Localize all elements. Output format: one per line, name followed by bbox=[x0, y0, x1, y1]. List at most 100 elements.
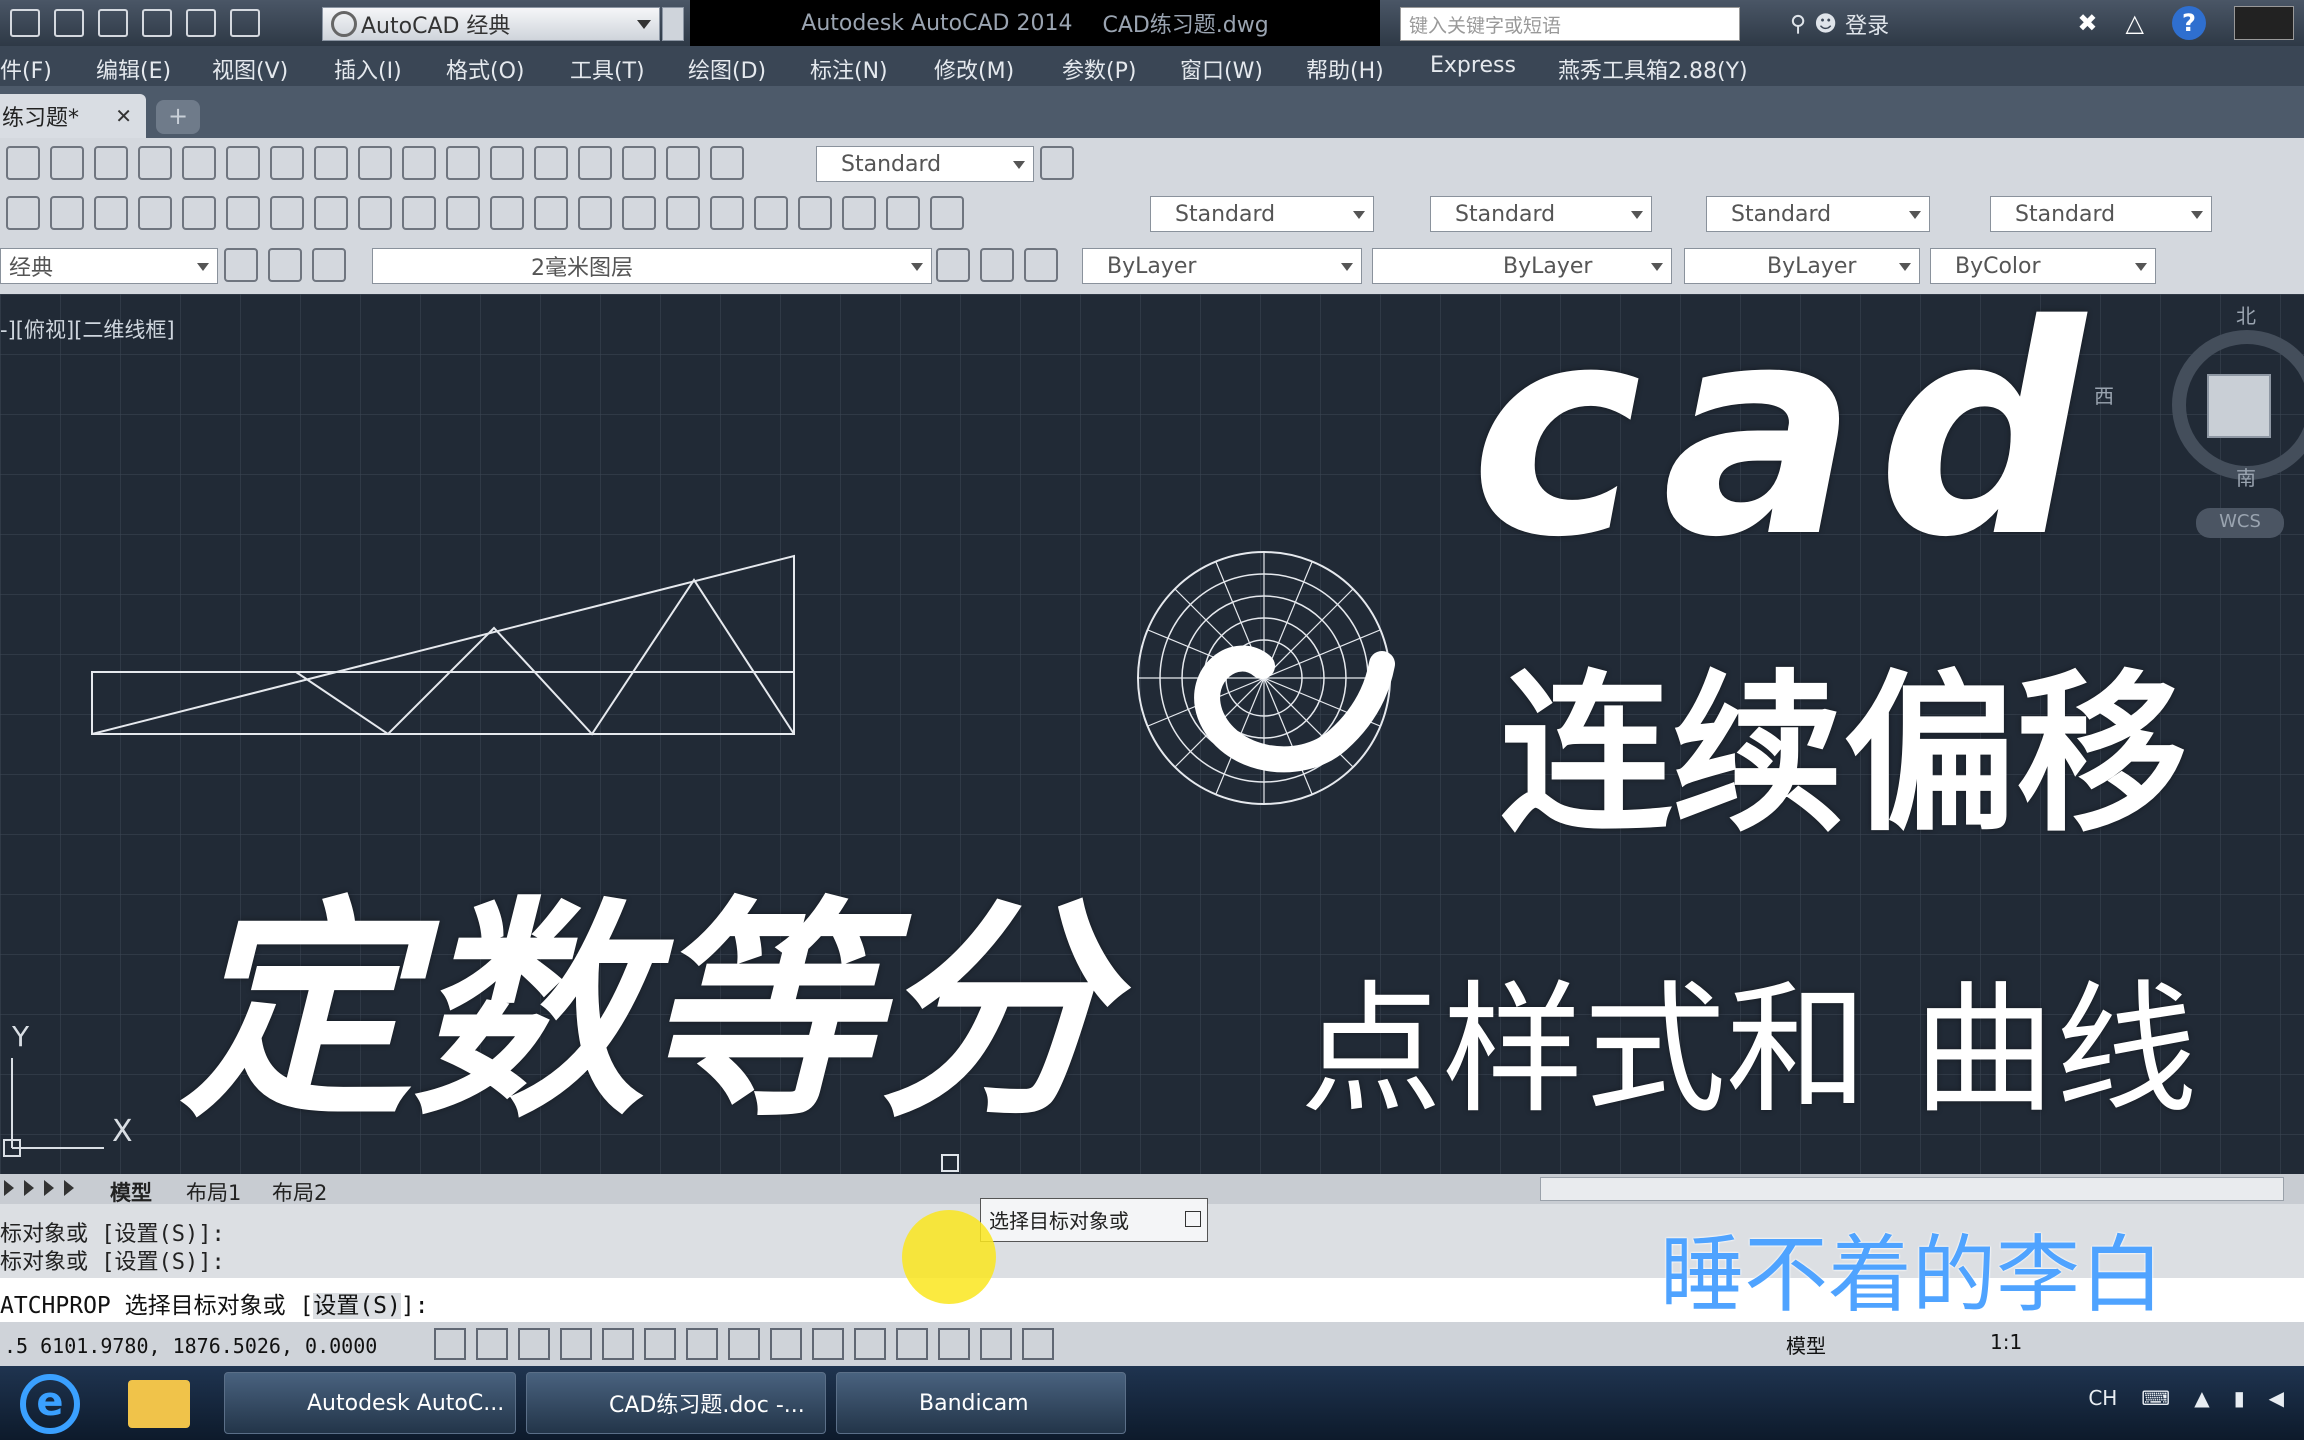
markup-icon[interactable] bbox=[842, 196, 876, 230]
dim-radius-icon[interactable] bbox=[138, 146, 172, 180]
ortho-mode-icon[interactable] bbox=[560, 1328, 592, 1360]
menu-insert[interactable]: 插入(I) bbox=[334, 53, 402, 85]
polar-tracking-icon[interactable] bbox=[602, 1328, 634, 1360]
text-style-select[interactable]: Standard bbox=[1150, 196, 1374, 232]
dim-style-select-2[interactable]: Standard bbox=[1430, 196, 1652, 232]
taskbar-autocad[interactable]: Autodesk AutoC... bbox=[224, 1372, 516, 1434]
first-layout-icon[interactable] bbox=[4, 1180, 14, 1196]
layer-states-icon[interactable] bbox=[1024, 248, 1058, 282]
tolerance-icon[interactable] bbox=[446, 146, 480, 180]
annotation-scale[interactable]: 1:1 bbox=[1990, 1330, 2022, 1354]
jogged-linear-icon[interactable] bbox=[578, 146, 612, 180]
infer-constraints-icon[interactable] bbox=[434, 1328, 466, 1360]
close-icon[interactable]: ✕ bbox=[115, 104, 132, 128]
center-mark-icon[interactable] bbox=[490, 146, 524, 180]
next-layout-icon[interactable] bbox=[44, 1180, 54, 1196]
transparency-icon[interactable] bbox=[896, 1328, 928, 1360]
dim-continue-icon[interactable] bbox=[314, 146, 348, 180]
zoom-window-icon[interactable] bbox=[578, 196, 612, 230]
menu-yanxiu-tools[interactable]: 燕秀工具箱2.88(Y) bbox=[1558, 53, 1748, 85]
multileader-style-select[interactable]: Standard bbox=[1990, 196, 2212, 232]
help-icon[interactable] bbox=[930, 196, 964, 230]
file-explorer-icon[interactable] bbox=[128, 1380, 190, 1428]
workspace-settings-icon[interactable] bbox=[268, 248, 302, 282]
redo-icon[interactable] bbox=[230, 9, 260, 37]
dynamic-ucs-icon[interactable] bbox=[770, 1328, 802, 1360]
open-icon[interactable] bbox=[10, 9, 40, 37]
tray-expand-icon[interactable]: ▲ bbox=[2194, 1386, 2209, 1410]
cut-icon[interactable] bbox=[182, 196, 216, 230]
snap-mode-icon[interactable] bbox=[476, 1328, 508, 1360]
3d-object-snap-icon[interactable] bbox=[686, 1328, 718, 1360]
model-space-button[interactable]: 模型 bbox=[1786, 1330, 1826, 1359]
exchange-icon[interactable]: ✖ bbox=[2077, 9, 2097, 37]
login-button[interactable]: ⚲ ☻ 登录 bbox=[1790, 8, 1889, 40]
menu-window[interactable]: 窗口(W) bbox=[1180, 53, 1263, 85]
tab-layout1[interactable]: 布局1 bbox=[186, 1177, 241, 1207]
volume-icon[interactable]: ◀ bbox=[2269, 1386, 2284, 1410]
dim-style-select[interactable]: Standard bbox=[816, 146, 1034, 182]
drawing-area[interactable]: -][俯视][二维线框] Y X 北 南 西 WCS cad 连续偏移 定数等分… bbox=[0, 264, 2304, 1174]
grid-display-icon[interactable] bbox=[518, 1328, 550, 1360]
inspect-icon[interactable] bbox=[534, 146, 568, 180]
table-style-select[interactable]: Standard bbox=[1706, 196, 1930, 232]
annotation-monitor-icon[interactable] bbox=[1022, 1328, 1054, 1360]
copy-icon[interactable] bbox=[226, 196, 260, 230]
menu-format[interactable]: 格式(O) bbox=[446, 53, 524, 85]
tooltip-options-icon[interactable] bbox=[1185, 1211, 1201, 1227]
dynamic-input-icon[interactable] bbox=[812, 1328, 844, 1360]
object-snap-icon[interactable] bbox=[644, 1328, 676, 1360]
layer-select[interactable]: 2毫米图层 bbox=[372, 248, 932, 284]
taskbar-wps-doc[interactable]: CAD练习题.doc -... bbox=[526, 1372, 826, 1434]
dim-arc-icon[interactable] bbox=[94, 146, 128, 180]
make-current-layer-icon[interactable] bbox=[936, 248, 970, 282]
help-icon[interactable]: ? bbox=[2172, 6, 2206, 40]
search-input[interactable]: 键入关键字或短语 bbox=[1400, 7, 1740, 41]
save-as-icon[interactable] bbox=[98, 9, 128, 37]
menu-modify[interactable]: 修改(M) bbox=[934, 53, 1014, 85]
viewcube[interactable] bbox=[2207, 374, 2271, 438]
dim-angular-icon[interactable] bbox=[226, 146, 260, 180]
selection-cycling-icon[interactable] bbox=[980, 1328, 1012, 1360]
dim-linear-icon[interactable] bbox=[6, 146, 40, 180]
a360-icon[interactable]: △ bbox=[2126, 9, 2144, 37]
design-center-icon[interactable] bbox=[710, 196, 744, 230]
workspace-dropdown-button[interactable] bbox=[662, 7, 684, 41]
publish-icon[interactable] bbox=[94, 196, 128, 230]
document-tab[interactable]: 练习题* ✕ bbox=[0, 94, 146, 138]
quick-properties-icon[interactable] bbox=[938, 1328, 970, 1360]
dim-aligned-icon[interactable] bbox=[50, 146, 84, 180]
dim-update-icon[interactable] bbox=[710, 146, 744, 180]
menu-dimension[interactable]: 标注(N) bbox=[810, 53, 888, 85]
taskbar-bandicam[interactable]: Bandicam bbox=[836, 1372, 1126, 1434]
object-snap-tracking-icon[interactable] bbox=[728, 1328, 760, 1360]
menu-tools[interactable]: 工具(T) bbox=[570, 53, 645, 85]
network-icon[interactable]: ▮ bbox=[2234, 1386, 2245, 1410]
workspace-select-2[interactable]: 经典 bbox=[0, 248, 218, 284]
pan-icon[interactable] bbox=[490, 196, 524, 230]
calculator-icon[interactable] bbox=[886, 196, 920, 230]
minimize-button[interactable] bbox=[2234, 6, 2294, 40]
menu-parametric[interactable]: 参数(P) bbox=[1062, 53, 1136, 85]
compass-south[interactable]: 南 bbox=[2236, 462, 2256, 491]
wcs-menu[interactable]: WCS bbox=[2196, 508, 2284, 538]
properties-icon[interactable] bbox=[666, 196, 700, 230]
block-editor-icon[interactable] bbox=[358, 196, 392, 230]
layer-properties-icon[interactable] bbox=[312, 248, 346, 282]
dim-break-icon[interactable] bbox=[402, 146, 436, 180]
horizontal-scrollbar[interactable] bbox=[1540, 1177, 2284, 1201]
menu-express[interactable]: Express bbox=[1430, 53, 1516, 78]
save-icon[interactable] bbox=[54, 9, 84, 37]
compass-north[interactable]: 北 bbox=[2236, 300, 2256, 329]
menu-file[interactable]: 件(F) bbox=[0, 53, 52, 85]
dim-style-icon[interactable] bbox=[1040, 146, 1074, 180]
zoom-previous-icon[interactable] bbox=[622, 196, 656, 230]
dim-edit-icon[interactable] bbox=[622, 146, 656, 180]
zoom-realtime-icon[interactable] bbox=[534, 196, 568, 230]
prev-layout-icon[interactable] bbox=[24, 1180, 34, 1196]
redo-icon[interactable] bbox=[446, 196, 480, 230]
match-properties-icon[interactable] bbox=[314, 196, 348, 230]
menu-draw[interactable]: 绘图(D) bbox=[688, 53, 766, 85]
keyboard-icon[interactable]: ⌨ bbox=[2141, 1386, 2170, 1410]
plot-icon[interactable] bbox=[6, 196, 40, 230]
